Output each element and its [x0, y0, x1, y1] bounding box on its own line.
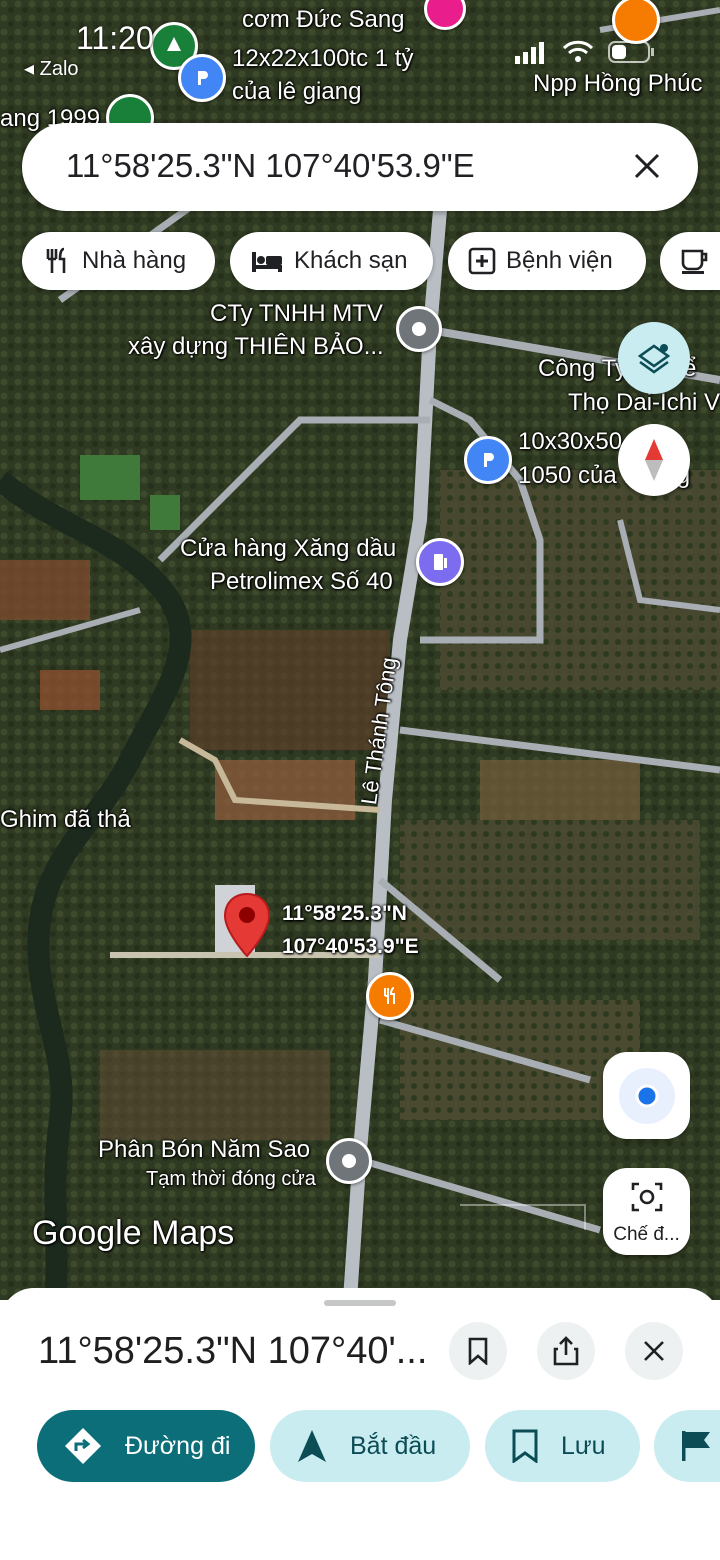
pin-coordinate-line2: 107°40'53.9"E: [282, 935, 419, 958]
my-location-icon: [618, 1067, 675, 1124]
poi-status-closed: Tạm thời đóng cửa: [146, 1168, 316, 1190]
generic-pin-icon[interactable]: [396, 306, 442, 352]
search-query[interactable]: 11°58'25.3"N 107°40'53.9"E: [66, 147, 475, 185]
hospital-icon: [468, 247, 496, 275]
hotel-icon: [252, 252, 282, 272]
chip-hospitals[interactable]: Bệnh viện: [448, 232, 646, 290]
lens-mode-label: Chế đ...: [613, 1224, 680, 1245]
poi-label-cty-line1[interactable]: CTy TNHH MTV: [210, 300, 383, 328]
ad-label-line2[interactable]: của lê giang: [232, 78, 361, 106]
pin-coordinate-line1: 11°58'25.3"N: [282, 902, 407, 925]
poi-label-phan-bon[interactable]: Phân Bón Năm Sao: [98, 1136, 310, 1164]
flag-icon: [682, 1431, 710, 1461]
poi-label-com-duc-sang[interactable]: cơm Đức Sang: [242, 6, 405, 34]
chip-coffee[interactable]: [660, 232, 720, 290]
compass-icon: [645, 439, 663, 481]
close-sheet-button[interactable]: [625, 1322, 683, 1380]
navigation-arrow-icon: [298, 1430, 326, 1462]
poi-label-petrol-line1[interactable]: Cửa hàng Xăng dầu: [180, 535, 396, 563]
poi-label-petrol-line2[interactable]: Petrolimex Số 40: [210, 568, 393, 596]
dropped-pin-label: Ghim đã thả: [0, 806, 131, 833]
flag-action-button[interactable]: [654, 1410, 720, 1482]
directions-label: Đường đi: [125, 1431, 231, 1460]
save-button[interactable]: [449, 1322, 507, 1380]
save-label: Lưu: [561, 1431, 606, 1460]
lens-mode-button[interactable]: Chế đ...: [603, 1168, 690, 1255]
place-bottom-sheet[interactable]: 11°58'25.3"N 107°40'... Đường đi Bắt đầu…: [0, 1288, 720, 1560]
restaurant-pin-icon[interactable]: [366, 972, 414, 1020]
layers-icon: [637, 344, 671, 374]
directions-icon: [65, 1428, 101, 1464]
chip-label: Bệnh viện: [506, 247, 613, 274]
close-icon: [644, 1341, 664, 1361]
gas-station-pin-icon[interactable]: [416, 538, 464, 586]
start-label: Bắt đầu: [350, 1431, 437, 1460]
dropped-pin-marker-icon[interactable]: [222, 892, 272, 958]
google-maps-logo: Google Maps: [32, 1214, 235, 1252]
poi-label-dai-ichi-line2[interactable]: Thọ Dai-Ichi V: [568, 389, 720, 417]
back-to-zalo-link[interactable]: ◂ Zalo: [24, 56, 79, 81]
bookmark-icon: [468, 1337, 488, 1365]
chip-label: Khách sạn: [294, 247, 408, 274]
bookmark-icon: [512, 1429, 538, 1463]
parking-pin-icon[interactable]: [464, 436, 512, 484]
signal-icon: [515, 42, 544, 64]
poi-label-npp-hong-phuc[interactable]: Npp Hồng Phúc: [533, 70, 702, 98]
clear-search-button[interactable]: [622, 141, 672, 191]
search-bar[interactable]: 11°58'25.3"N 107°40'53.9"E: [22, 123, 698, 211]
battery-icon: [608, 41, 654, 63]
layers-button[interactable]: [618, 322, 690, 394]
share-button[interactable]: [537, 1322, 595, 1380]
back-app-label: Zalo: [39, 58, 79, 80]
chip-restaurants[interactable]: Nhà hàng: [22, 232, 215, 290]
start-button[interactable]: Bắt đầu: [270, 1410, 470, 1482]
coffee-icon: [681, 249, 708, 274]
save-action-button[interactable]: Lưu: [485, 1410, 640, 1482]
restaurant-icon: [46, 247, 66, 273]
share-icon: [553, 1336, 579, 1366]
generic-pin-icon[interactable]: [326, 1138, 372, 1184]
camera-icon: [631, 1182, 663, 1212]
poi-label-cty-line2[interactable]: xây dựng THIÊN BẢO...: [128, 333, 384, 361]
chip-hotels[interactable]: Khách sạn: [230, 232, 433, 290]
compass-button[interactable]: [618, 424, 690, 496]
my-location-button[interactable]: [603, 1052, 690, 1139]
status-time: 11:20: [76, 20, 154, 56]
close-icon: [634, 153, 660, 179]
ad-label-line1[interactable]: 12x22x100tc 1 tỷ: [232, 45, 413, 73]
sheet-drag-handle[interactable]: [324, 1300, 396, 1306]
parking-pin-icon[interactable]: [178, 54, 226, 102]
chip-label: Nhà hàng: [82, 247, 187, 274]
directions-button[interactable]: Đường đi: [37, 1410, 255, 1482]
satellite-map[interactable]: cơm Đức Sang 12x22x100tc 1 tỷ của lê gia…: [0, 0, 720, 1300]
wifi-icon: [562, 40, 594, 62]
place-title: 11°58'25.3"N 107°40'...: [38, 1330, 428, 1372]
